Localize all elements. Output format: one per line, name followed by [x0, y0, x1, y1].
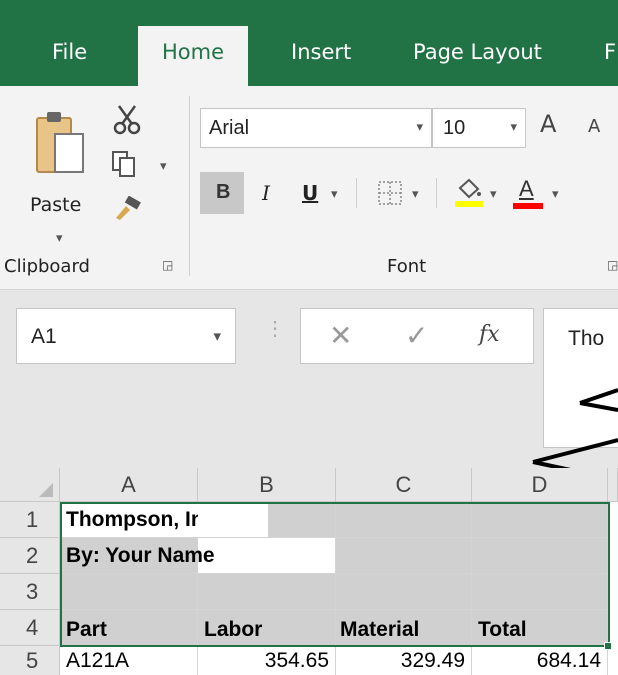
- column-header-b[interactable]: B: [198, 468, 336, 502]
- cell-c1[interactable]: [336, 502, 472, 538]
- cell-b4[interactable]: Labor: [198, 610, 336, 646]
- cell-b2[interactable]: [198, 538, 336, 574]
- row-header-5[interactable]: 5: [0, 646, 60, 675]
- row-header-4[interactable]: 4: [0, 610, 60, 646]
- cell-a2[interactable]: By: Your Name: [60, 538, 215, 574]
- cell-a4[interactable]: Part: [60, 610, 198, 646]
- cell-d5[interactable]: 684.14: [472, 646, 608, 675]
- cell-b1[interactable]: [198, 502, 336, 538]
- column-header-a[interactable]: A: [60, 468, 198, 502]
- select-all-corner[interactable]: [0, 468, 60, 502]
- cell-d1[interactable]: [472, 502, 608, 538]
- row-header-2[interactable]: 2: [0, 538, 60, 574]
- cell-a5[interactable]: A121A: [60, 646, 198, 675]
- cell-a1[interactable]: Thompson, Inc: [60, 502, 215, 538]
- cell-b5[interactable]: 354.65: [198, 646, 336, 675]
- select-all-icon: [39, 483, 53, 497]
- worksheet-grid[interactable]: A B C D 1 2 3 4 5 Thompson, Inc By: Your…: [0, 468, 618, 675]
- cell-c5[interactable]: 329.49: [336, 646, 472, 675]
- cell-c4[interactable]: Material: [336, 610, 472, 646]
- column-header-d[interactable]: D: [472, 468, 608, 502]
- cell-b3[interactable]: [198, 574, 336, 610]
- fill-handle[interactable]: [604, 642, 612, 650]
- cell-d4[interactable]: Total: [472, 610, 608, 646]
- cell-c2[interactable]: [336, 538, 472, 574]
- cell-d3[interactable]: [472, 574, 608, 610]
- cell-d2[interactable]: [472, 538, 608, 574]
- cell-c3[interactable]: [336, 574, 472, 610]
- row-header-1[interactable]: 1: [0, 502, 60, 538]
- row-header-3[interactable]: 3: [0, 574, 60, 610]
- column-header-e[interactable]: [608, 468, 618, 502]
- cell-a3[interactable]: [60, 574, 198, 610]
- column-header-c[interactable]: C: [336, 468, 472, 502]
